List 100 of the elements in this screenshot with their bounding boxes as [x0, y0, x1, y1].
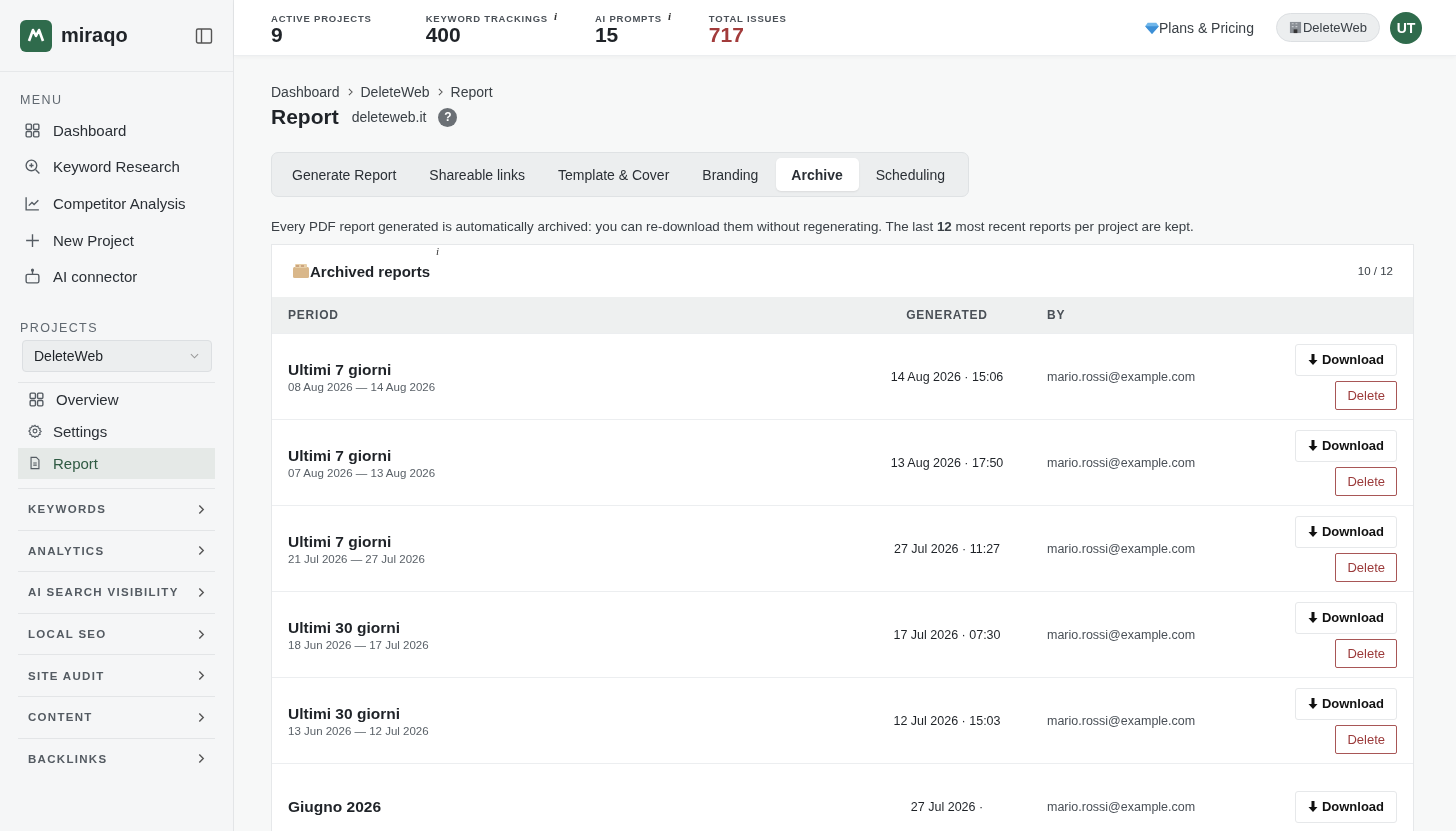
breadcrumb-link[interactable]: DeleteWeb — [360, 84, 430, 100]
diamond-icon — [1145, 21, 1159, 34]
nav-group[interactable]: ANALYTICS — [18, 530, 215, 572]
tab[interactable]: Archive — [776, 158, 859, 191]
download-button[interactable]: Download — [1294, 790, 1397, 823]
description-text: Every PDF report generated is automatically archived: you can re-download them without regenerating. The last 12 most recent reports per project are kept. — [271, 219, 1195, 234]
report-count: 10 / 12 — [1357, 265, 1393, 277]
building-icon — [1288, 21, 1302, 34]
page-title: Report — [271, 105, 339, 129]
chevron-down-icon — [190, 352, 199, 359]
info-mark[interactable]: i — [668, 9, 672, 22]
author-email: mario.rossi@example.com — [1046, 455, 1197, 470]
nav-group[interactable]: LOCAL SEO — [18, 613, 215, 655]
generated-date: 27 Jul 2026 · 11:27 — [892, 541, 1002, 556]
author-email: mario.rossi@example.com — [1046, 541, 1197, 556]
download-arrow-icon — [1307, 697, 1318, 710]
breadcrumb-link[interactable]: Report — [450, 84, 493, 100]
download-button[interactable]: Download — [1294, 601, 1397, 634]
stat-label: KEYWORD TRACKINGS — [425, 12, 548, 24]
workspace-button[interactable]: DeleteWeb — [1275, 13, 1380, 42]
grid-icon — [28, 390, 45, 408]
help-button[interactable]: ? — [438, 107, 458, 127]
tab[interactable]: Generate Report — [277, 158, 413, 191]
download-arrow-icon — [1307, 525, 1318, 538]
date-range: 08 Aug 2026 — 14 Aug 2026 — [288, 380, 437, 393]
author-email: mario.rossi@example.com — [1046, 627, 1197, 642]
author-email: mario.rossi@example.com — [1046, 799, 1197, 814]
chevron-right-icon — [198, 670, 205, 682]
pricing-link[interactable]: Plans & Pricing — [1145, 19, 1254, 36]
nav-group[interactable]: KEYWORDS — [18, 488, 215, 530]
delete-button[interactable]: Delete — [1335, 724, 1397, 754]
brand-name: miraqo — [61, 24, 128, 47]
date-range: 21 Jul 2026 — 27 Jul 2026 — [288, 552, 426, 565]
settings-icon — [28, 424, 42, 439]
date-range: 07 Aug 2026 — 13 Aug 2026 — [288, 466, 437, 479]
date-range: 18 Jun 2026 — 17 Jul 2026 — [288, 638, 430, 651]
project-nav-item[interactable]: Overview — [18, 383, 215, 415]
document-icon — [28, 456, 42, 471]
sidebar-toggle-icon[interactable] — [195, 26, 213, 45]
period-name: Giugno 2026 — [288, 797, 383, 816]
author-email: mario.rossi@example.com — [1046, 713, 1197, 728]
nav-group[interactable]: CONTENT — [18, 696, 215, 738]
project-nav-item[interactable]: Report — [18, 447, 215, 479]
generated-date: 12 Jul 2026 · 15:03 — [892, 713, 1002, 728]
tab[interactable]: Branding — [687, 158, 775, 191]
generated-date: 27 Jul 2026 · — [909, 799, 985, 814]
download-arrow-icon — [1307, 439, 1318, 452]
generated-date: 17 Jul 2026 · 07:30 — [892, 627, 1002, 642]
stat-label: AI PROMPTS — [594, 12, 662, 24]
nav-group[interactable]: BACKLINKS — [18, 738, 215, 780]
nav-item[interactable]: AI connector — [18, 258, 215, 295]
project-select[interactable]: DeleteWeb — [22, 339, 212, 372]
column-header: BY — [1046, 308, 1067, 322]
file-box-icon — [292, 263, 310, 279]
robot-icon — [24, 268, 41, 286]
download-arrow-icon — [1307, 800, 1318, 813]
stat-label: TOTAL ISSUES — [708, 12, 787, 24]
breadcrumb-separator-icon — [437, 88, 443, 96]
tab[interactable]: Shareable links — [414, 158, 542, 191]
nav-item[interactable]: Competitor Analysis — [18, 185, 215, 222]
period-name: Ultimi 7 giorni — [288, 360, 393, 379]
column-header: GENERATED — [905, 308, 989, 322]
delete-button[interactable]: Delete — [1335, 552, 1397, 582]
generated-date: 13 Aug 2026 · 17:50 — [889, 455, 1005, 470]
nav-item[interactable]: Dashboard — [18, 112, 215, 149]
nav-group[interactable]: AI SEARCH VISIBILITY — [18, 572, 215, 613]
stat-value: 9 — [271, 23, 284, 46]
delete-button[interactable]: Delete — [1335, 466, 1397, 496]
date-range: 13 Jun 2026 — 12 Jul 2026 — [288, 724, 430, 737]
project-nav-item[interactable]: Settings — [18, 415, 215, 447]
nav-group[interactable]: SITE AUDIT — [18, 655, 215, 696]
generated-date: 14 Aug 2026 · 15:06 — [889, 369, 1005, 384]
author-email: mario.rossi@example.com — [1046, 369, 1197, 384]
delete-button[interactable]: Delete — [1335, 380, 1397, 410]
period-name: Ultimi 7 giorni — [288, 446, 393, 465]
card-title: Archived reports — [310, 262, 431, 280]
download-button[interactable]: Download — [1294, 343, 1397, 376]
delete-button[interactable]: Delete — [1335, 638, 1397, 668]
nav-item[interactable]: Keyword Research — [18, 148, 215, 186]
info-mark[interactable]: i — [436, 245, 440, 257]
user-avatar[interactable]: UT — [1390, 11, 1422, 44]
stat-label: ACTIVE PROJECTS — [271, 12, 372, 24]
section-title: MENU — [20, 93, 64, 107]
grid-icon — [24, 121, 41, 139]
breadcrumb-link[interactable]: Dashboard — [271, 84, 340, 100]
nav-item[interactable]: New Project — [18, 221, 215, 259]
chevron-right-icon — [198, 753, 205, 765]
column-header: PERIOD — [288, 308, 340, 322]
download-button[interactable]: Download — [1294, 429, 1397, 462]
tab[interactable]: Template & Cover — [543, 158, 686, 191]
download-button[interactable]: Download — [1294, 515, 1397, 548]
download-arrow-icon — [1307, 353, 1318, 366]
chevron-right-icon — [198, 586, 205, 598]
info-mark[interactable]: i — [554, 9, 558, 22]
download-button[interactable]: Download — [1294, 687, 1397, 720]
period-name: Ultimi 7 giorni — [288, 532, 393, 551]
breadcrumb-separator-icon — [347, 88, 353, 96]
chevron-right-icon — [198, 503, 205, 515]
tab[interactable]: Scheduling — [860, 158, 961, 191]
period-name: Ultimi 30 giorni — [288, 618, 401, 637]
